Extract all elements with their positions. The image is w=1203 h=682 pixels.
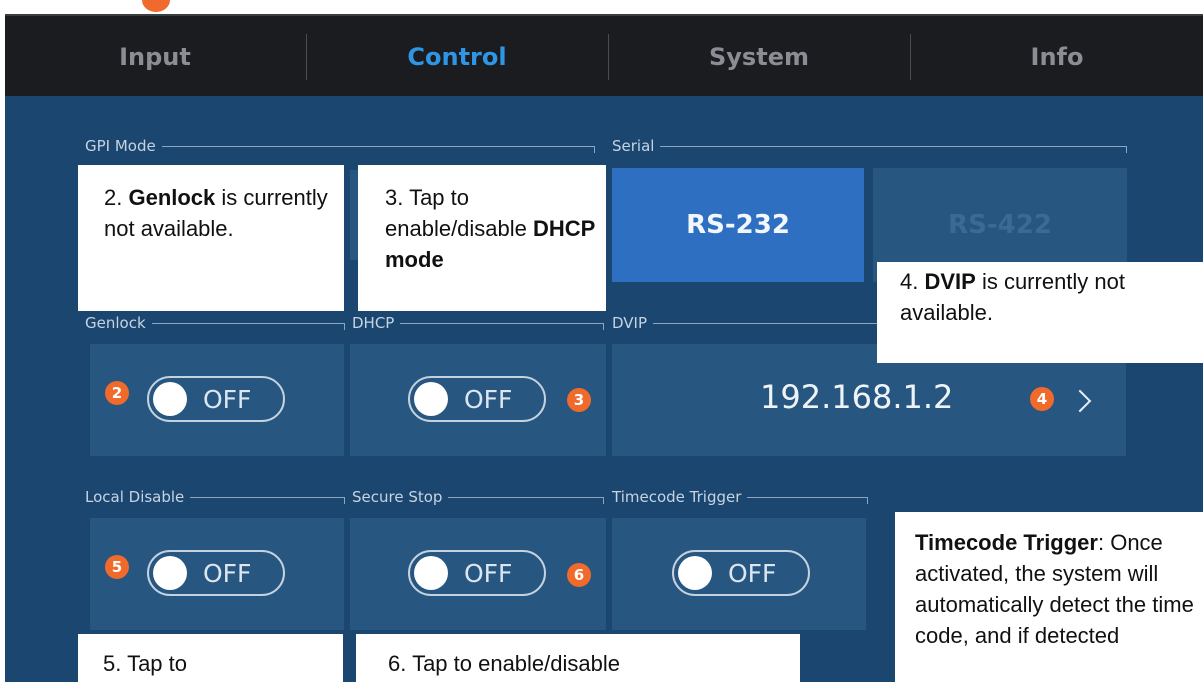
toggle-knob	[153, 382, 187, 416]
step-2-badge: 2	[105, 381, 129, 405]
dvip-ip-address: 192.168.1.2	[760, 378, 954, 416]
local-disable-toggle[interactable]: OFF	[147, 550, 285, 596]
genlock-label: Genlock	[85, 314, 146, 332]
tab-system[interactable]: System	[609, 16, 909, 98]
timecode-trigger-toggle[interactable]: OFF	[672, 550, 810, 596]
local-disable-toggle-state: OFF	[203, 559, 252, 588]
genlock-toggle[interactable]: OFF	[147, 376, 285, 422]
rs-232-button[interactable]: RS-232	[612, 168, 864, 282]
secure-stop-toggle-state: OFF	[464, 559, 513, 588]
dhcp-label: DHCP	[352, 314, 395, 332]
dhcp-toggle-state: OFF	[464, 385, 513, 414]
toggle-knob	[153, 556, 187, 590]
dhcp-toggle[interactable]: OFF	[408, 376, 546, 422]
step-4-badge: 4	[1030, 387, 1054, 411]
secure-stop-group: Secure Stop	[352, 489, 604, 505]
top-tab-bar: Input Control System Info	[5, 14, 1203, 98]
callout-dhcp: 3. Tap to enable/disable DHCP mode	[358, 165, 606, 311]
callout-timecode-trigger: Timecode Trigger: Once activated, the sy…	[895, 512, 1203, 682]
timecode-trigger-toggle-state: OFF	[728, 559, 777, 588]
callout-local-disable: 5. Tap to	[78, 634, 343, 682]
callout-secure-stop: 6. Tap to enable/disable	[356, 634, 800, 682]
secure-stop-toggle[interactable]: OFF	[408, 550, 546, 596]
genlock-group: Genlock	[85, 315, 345, 331]
timecode-trigger-label: Timecode Trigger	[612, 488, 742, 506]
dhcp-group: DHCP	[352, 315, 604, 331]
toggle-knob	[414, 556, 448, 590]
tab-control[interactable]: Control	[307, 16, 607, 98]
timecode-trigger-group: Timecode Trigger	[612, 489, 868, 505]
step-3-badge: 3	[567, 388, 591, 412]
callout-genlock: 2. Genlock is currently not available.	[78, 165, 344, 311]
toggle-knob	[678, 556, 712, 590]
step-1-badge	[142, 0, 170, 12]
secure-stop-label: Secure Stop	[352, 488, 443, 506]
callout-dvip: 4. DVIP is currently not available.	[877, 262, 1203, 363]
dvip-label: DVIP	[612, 314, 648, 332]
toggle-knob	[414, 382, 448, 416]
serial-label: Serial	[612, 137, 655, 155]
step-5-badge: 5	[105, 555, 129, 579]
genlock-toggle-state: OFF	[203, 385, 252, 414]
tab-info[interactable]: Info	[911, 16, 1203, 98]
gpi-mode-group: GPI Mode	[85, 138, 595, 154]
tab-input[interactable]: Input	[5, 16, 305, 98]
step-6-badge: 6	[567, 563, 591, 587]
gpi-mode-label: GPI Mode	[85, 137, 156, 155]
local-disable-group: Local Disable	[85, 489, 345, 505]
local-disable-label: Local Disable	[85, 488, 185, 506]
dvip-group: DVIP	[612, 315, 882, 331]
serial-group: Serial	[612, 138, 1127, 154]
